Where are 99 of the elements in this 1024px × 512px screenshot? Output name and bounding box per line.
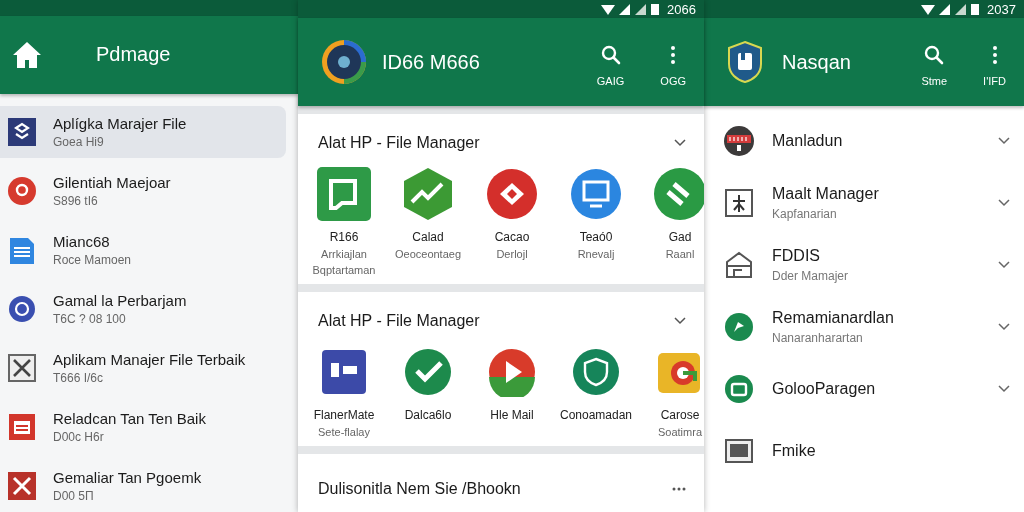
wifi-icon: [601, 3, 616, 15]
figure-icon: [724, 188, 754, 218]
more-icon: [669, 44, 678, 65]
item-title: Aplígka Marajer File: [53, 115, 187, 132]
globe-logo-icon: [320, 38, 368, 86]
item-subtitle: Goea Hi9: [53, 135, 105, 149]
card-title: Alat HP - File Manager: [318, 134, 481, 152]
item-title: Manladun: [772, 132, 844, 150]
app-name: Calad: [412, 230, 444, 244]
app-name: Conoamadan: [559, 408, 633, 422]
monitor-icon: [568, 166, 624, 222]
app-caption: Oeoceontaeg: [394, 248, 462, 260]
signal-icon: [635, 3, 648, 15]
settings-item[interactable]: Remamianardlan Nanaranharartan: [704, 296, 1024, 358]
pin-icon: [8, 177, 36, 205]
shield-logo-icon: [726, 40, 764, 84]
app-caption: Arrkiajlan: [321, 248, 367, 260]
app-caption: Rnevalj: [577, 248, 615, 260]
app-caption: Bqptartaman: [312, 264, 376, 276]
item-title: FDDIS: [772, 247, 821, 265]
drawer-item[interactable]: Gemaliar Tan Pgoemk D00 5П: [0, 460, 286, 512]
card-title: Alat HP - File Manager: [318, 312, 481, 330]
shield-icon: [571, 347, 621, 397]
close-box-icon: [8, 354, 36, 382]
item-title: Remamianardlan: [772, 309, 895, 327]
app-name: Gad: [668, 230, 692, 244]
item-subtitle: Nanaranharartan: [772, 331, 864, 345]
app-title: Pdmage: [96, 43, 172, 67]
app-title: Nasqan: [782, 50, 852, 74]
item-title: Reladcan Tan Ten Baik: [53, 410, 206, 427]
status-time: 2037: [987, 1, 1016, 17]
chevron-down-icon: [674, 317, 686, 325]
item-title: Fmike: [772, 442, 817, 460]
signal-icon: [939, 3, 952, 15]
app-name: Cacao: [494, 230, 530, 244]
item-subtitle: Kapfanarian: [772, 207, 838, 221]
play-icon: [487, 347, 537, 397]
item-title: Gilentiah Maejoar: [53, 174, 171, 191]
settings-item[interactable]: FDDIS Dder Mamajer: [704, 234, 1024, 296]
app-caption: Raanl: [665, 248, 695, 260]
item-title: GolooParagen: [772, 380, 877, 398]
app-caption: Derlojl: [496, 248, 528, 260]
drawer-item[interactable]: Mianc68 Roce Mamoen: [0, 224, 286, 276]
picture-icon: [724, 436, 754, 466]
item-subtitle: Roce Mamoen: [53, 253, 132, 267]
signal-icon: [619, 3, 632, 15]
item-title: Mianc68: [53, 233, 111, 250]
search-button[interactable]: GAIG: [590, 36, 631, 88]
app-name: R166: [329, 230, 359, 244]
toolbox-icon: [724, 126, 754, 156]
app-title: ID66 M666: [382, 50, 481, 74]
more-button[interactable]: I'IFD: [977, 36, 1012, 88]
drawer-item[interactable]: Gilentiah Maejoar S896 tI6: [0, 165, 286, 217]
document-icon: [8, 236, 36, 264]
search-icon: [600, 44, 621, 65]
app-name: Hle Mail: [490, 408, 534, 422]
app-name: FlanerMate: [313, 408, 375, 422]
settings-item[interactable]: Maalt Manager Kapfanarian: [704, 172, 1024, 234]
search-button[interactable]: Stme: [915, 36, 954, 88]
drawer-item[interactable]: Aplígka Marajer File Goea Hi9: [0, 106, 286, 158]
app-name: Carose: [660, 408, 700, 422]
chevron-down-icon: [674, 139, 686, 147]
settings-item[interactable]: Manladun: [704, 110, 1024, 172]
more-icon: [672, 487, 686, 491]
app-name: Dalca6lo: [404, 408, 452, 422]
item-title: Aplikam Manajer File Terbaik: [53, 351, 246, 368]
battery-icon: [971, 3, 980, 15]
battery-icon: [651, 3, 660, 15]
item-title: Gemaliar Tan Pgoemk: [53, 469, 202, 486]
home-icon: [12, 41, 42, 69]
settings-item[interactable]: GolooParagen: [704, 358, 1024, 420]
item-subtitle: Dder Mamajer: [772, 269, 850, 283]
more-icon: [990, 44, 999, 65]
calendar-icon: [8, 413, 36, 441]
status-time: 2066: [667, 1, 696, 17]
drawer-item[interactable]: Aplikam Manajer File Terbaik T666 I/6c: [0, 342, 286, 394]
settings-item[interactable]: Fmike: [704, 420, 1024, 482]
item-subtitle: D00c H6r: [53, 430, 105, 444]
app-caption: Sete-flalay: [318, 426, 370, 438]
wifi-icon: [921, 3, 936, 15]
signal-icon: [955, 3, 968, 15]
house-icon: [724, 250, 754, 280]
tools-icon: [8, 472, 36, 500]
search-icon: [924, 44, 945, 65]
more-button[interactable]: OGG: [654, 36, 692, 88]
item-subtitle: T6C ? 08 100: [53, 312, 127, 326]
item-subtitle: T666 I/6c: [53, 371, 105, 385]
drawer-item[interactable]: Reladcan Tan Ten Baik D00c H6r: [0, 401, 286, 453]
item-subtitle: S896 tI6: [53, 194, 99, 208]
layers-icon: [8, 118, 36, 146]
check-icon: [403, 347, 453, 397]
item-subtitle: D00 5П: [53, 489, 95, 503]
section-title: Dulisonitla Nem Sie /Bhookn: [318, 480, 522, 498]
app-caption: Soatimra: [658, 426, 702, 438]
item-title: Maalt Manager: [772, 185, 880, 203]
tv-icon: [724, 374, 754, 404]
drawer-item[interactable]: Gamal la Perbarjam T6C ? 08 100: [0, 283, 286, 335]
item-title: Gamal la Perbarjam: [53, 292, 187, 309]
app-name: Teaó0: [579, 230, 613, 244]
